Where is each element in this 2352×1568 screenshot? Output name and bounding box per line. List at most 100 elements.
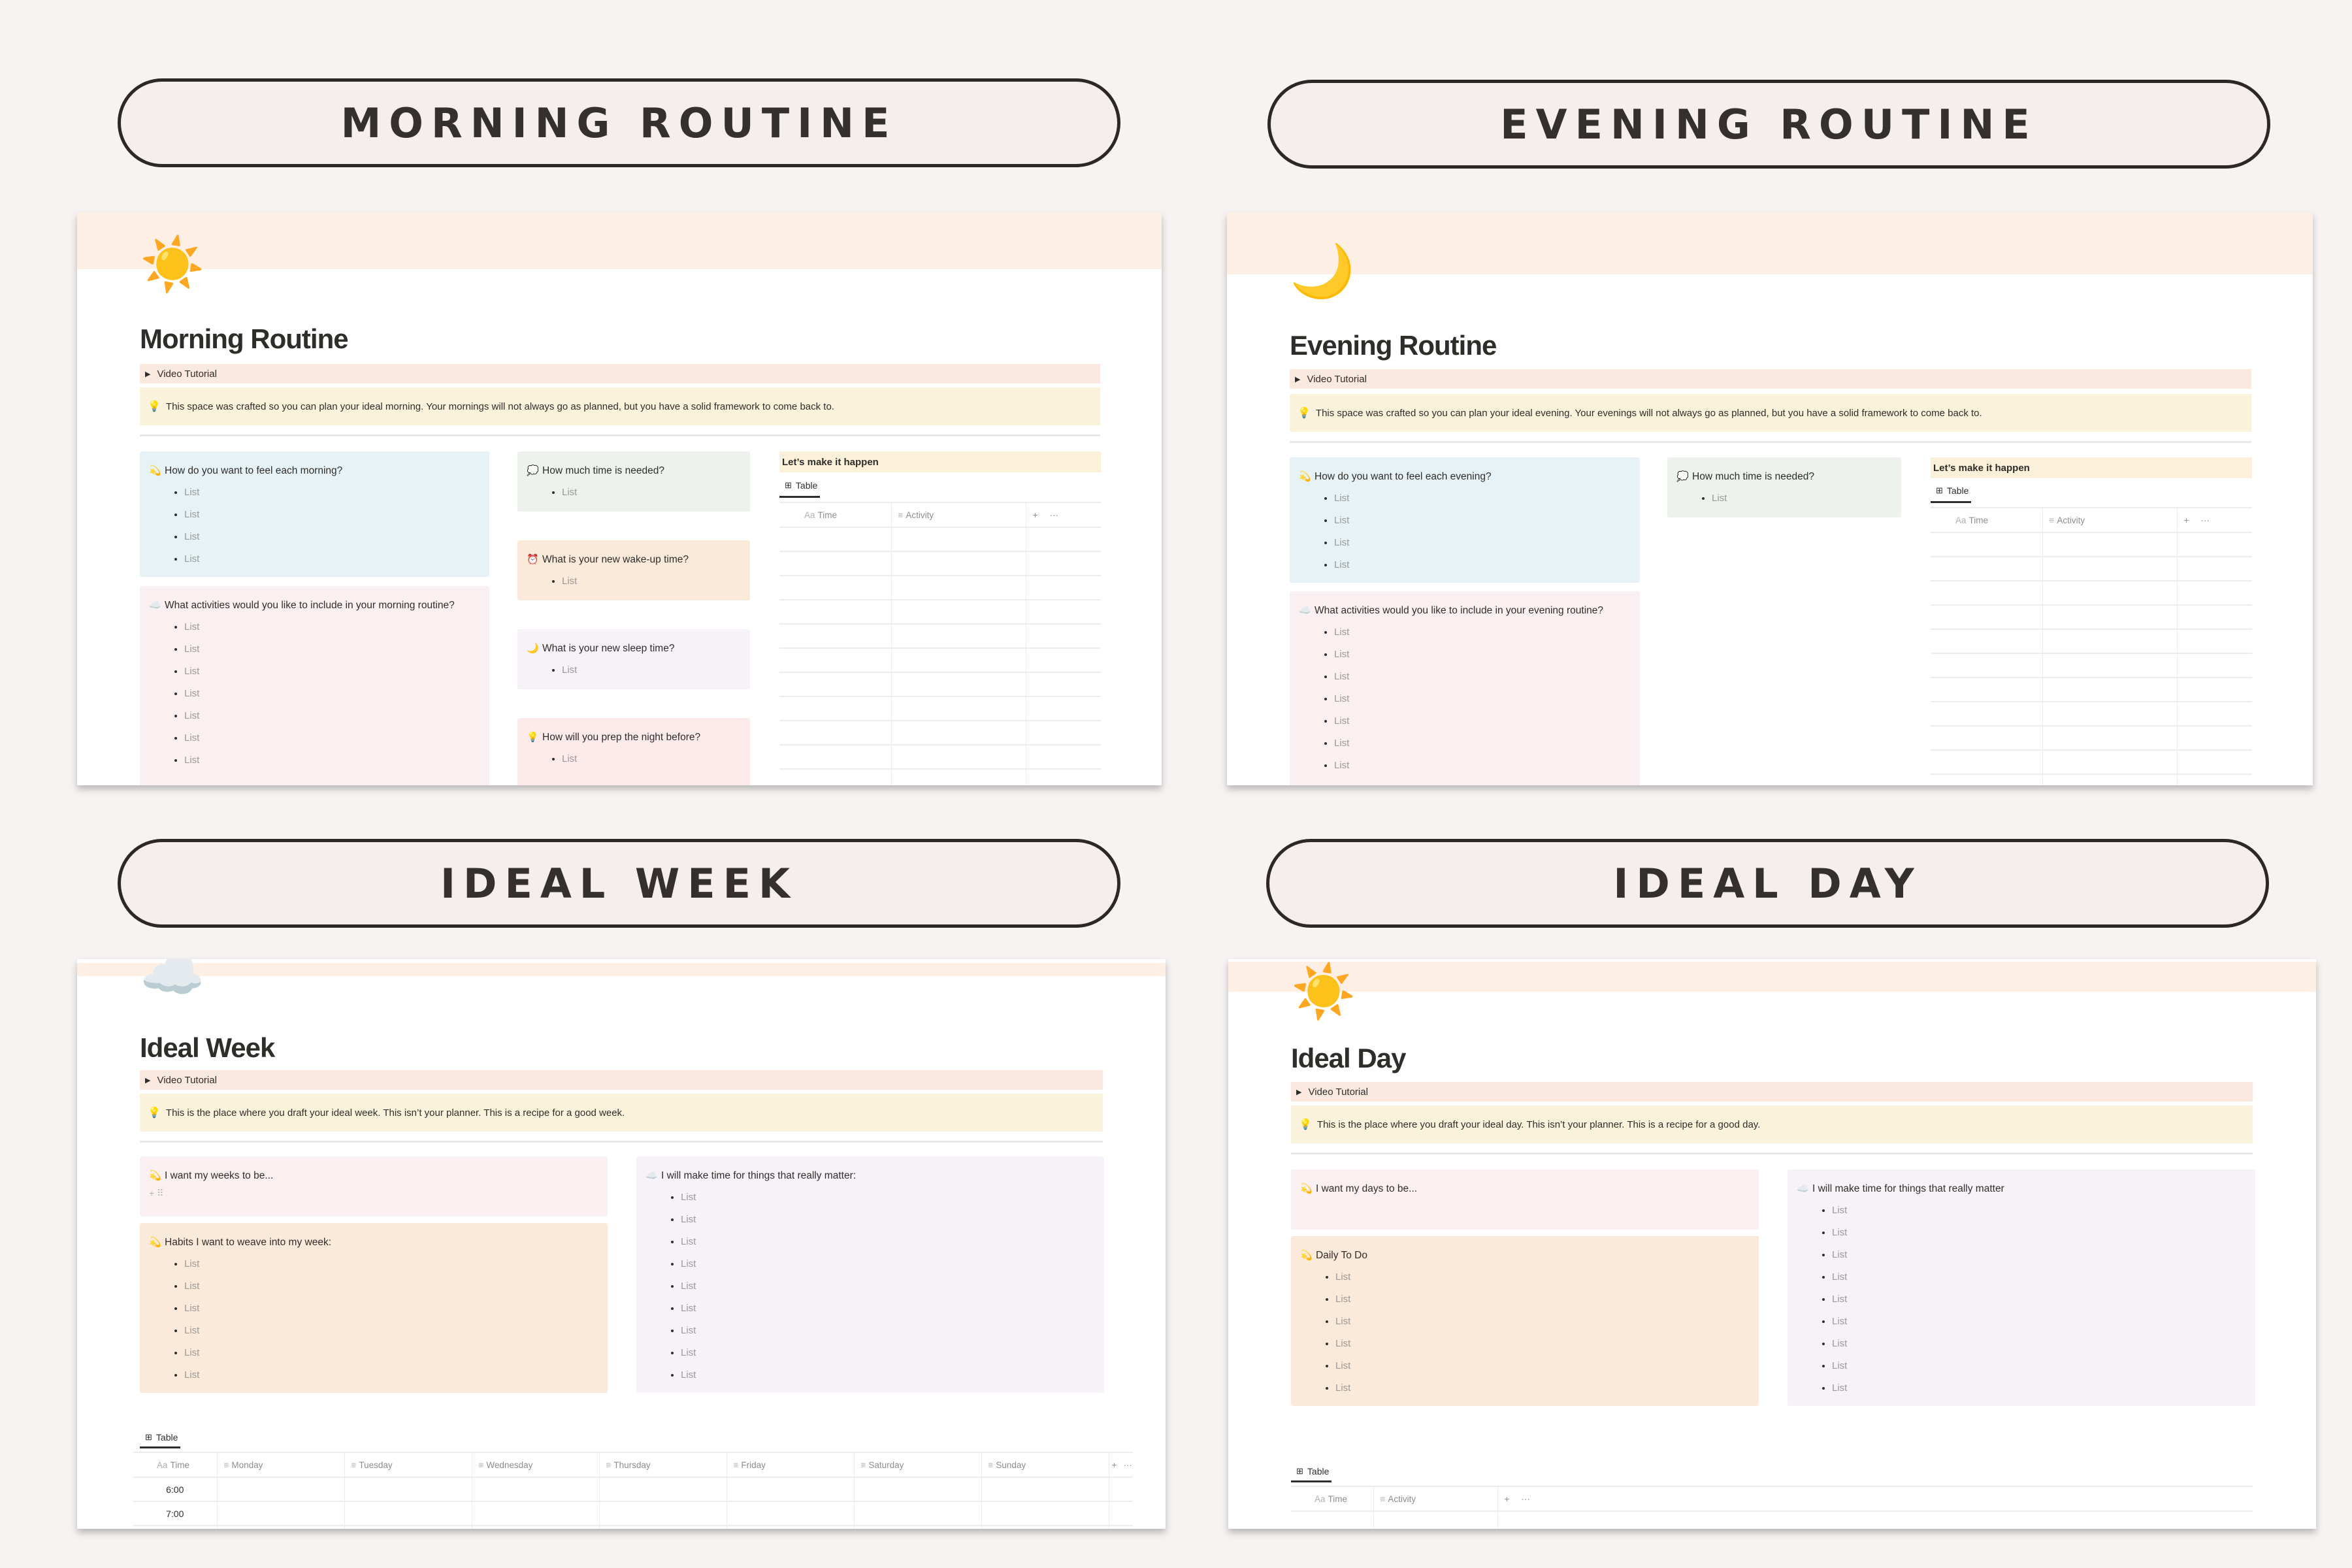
list-item[interactable]: List	[184, 548, 480, 570]
table-cell[interactable]	[2177, 750, 2252, 775]
table-cell[interactable]	[2042, 605, 2178, 630]
list-item[interactable]: List	[562, 659, 741, 681]
list-item[interactable]: List	[184, 482, 480, 504]
column-header-sunday[interactable]: ≡ Sunday	[981, 1452, 1109, 1478]
list-item[interactable]: List	[1832, 1266, 2246, 1288]
list-item[interactable]: List	[1832, 1288, 2246, 1311]
table-cell[interactable]	[1026, 527, 1101, 552]
column-header-activity[interactable]: ≡ Activity	[891, 502, 1026, 528]
more-options-button[interactable]: ···	[1123, 1460, 1132, 1470]
table-cell[interactable]	[891, 745, 1026, 770]
table-row[interactable]	[779, 551, 1101, 576]
list-item[interactable]: List	[1832, 1377, 2246, 1399]
video-tutorial-toggle[interactable]: ▶ Video Tutorial	[1291, 1082, 2253, 1102]
more-options-button[interactable]: ···	[2200, 515, 2210, 525]
table-cell[interactable]	[2042, 702, 2178, 727]
table-row[interactable]	[779, 721, 1101, 745]
more-options-button[interactable]: ···	[1521, 1494, 1530, 1504]
table-cell[interactable]	[2177, 653, 2252, 678]
table-cell[interactable]	[1109, 1477, 1133, 1502]
table-cell[interactable]	[891, 696, 1026, 721]
table-cell[interactable]	[779, 672, 892, 697]
column-header-saturday[interactable]: ≡ Saturday	[854, 1452, 982, 1478]
table-cell[interactable]	[779, 648, 892, 673]
video-tutorial-toggle[interactable]: ▶ Video Tutorial	[140, 1070, 1103, 1090]
table-cell[interactable]	[2177, 629, 2252, 654]
table-row[interactable]	[779, 527, 1101, 552]
feel-card[interactable]: 💫 How do you want to feel each evening? L…	[1290, 457, 1640, 583]
table-cell[interactable]	[1026, 576, 1101, 600]
table-cell[interactable]	[779, 769, 892, 785]
list-item[interactable]: List	[184, 661, 480, 683]
list-item[interactable]: List	[1334, 621, 1631, 644]
table-cell[interactable]	[1109, 1526, 1133, 1529]
list-item[interactable]: List	[681, 1275, 1095, 1298]
table-cell[interactable]	[1026, 745, 1101, 770]
list-item[interactable]: List	[184, 504, 480, 526]
add-column-button[interactable]: +	[1033, 510, 1038, 520]
table-cell[interactable]	[472, 1477, 600, 1502]
table-row[interactable]: 6:00	[133, 1477, 1133, 1502]
table-row[interactable]	[1931, 557, 2252, 581]
list-item[interactable]: List	[184, 749, 480, 772]
list-item[interactable]: List	[1335, 1266, 1750, 1288]
tab-table[interactable]: ⊞ Table	[779, 480, 821, 498]
list-item[interactable]: List	[681, 1364, 1095, 1386]
list-item[interactable]: List	[562, 748, 741, 770]
list-item[interactable]: List	[1335, 1311, 1750, 1333]
table-cell[interactable]	[2042, 557, 2178, 581]
table-cell[interactable]	[891, 672, 1026, 697]
feel-card[interactable]: 💫 How do you want to feel each morning? L…	[140, 451, 489, 577]
table-row[interactable]	[1291, 1511, 2253, 1529]
table-cell[interactable]	[891, 551, 1026, 576]
table-cell[interactable]	[727, 1477, 855, 1502]
habits-card[interactable]: 💫 Habits I want to weave into my week: Li…	[140, 1223, 608, 1393]
table-cell[interactable]	[599, 1526, 727, 1529]
table-cell[interactable]	[2177, 581, 2252, 606]
column-header-time[interactable]: Aa Time	[779, 502, 892, 528]
column-header-tuesday[interactable]: ≡ Tuesday	[344, 1452, 472, 1478]
toggle-triangle-icon[interactable]: ▶	[145, 370, 150, 378]
table-row[interactable]	[1931, 774, 2252, 785]
table-row[interactable]	[779, 648, 1101, 673]
list-item[interactable]: List	[1334, 487, 1631, 510]
table-row[interactable]	[779, 672, 1101, 697]
activities-card[interactable]: ☁️ What activities would you like to incl…	[140, 586, 489, 785]
cloud-icon[interactable]: ☁️	[140, 959, 205, 1001]
time-needed-card[interactable]: 💭How much time is needed? List	[517, 451, 750, 512]
list-item[interactable]: List	[681, 1320, 1095, 1342]
table-cell[interactable]	[1931, 557, 2043, 581]
table-row[interactable]	[1931, 702, 2252, 727]
table-row[interactable]	[779, 576, 1101, 600]
tab-table[interactable]: ⊞ Table	[1931, 485, 1972, 503]
column-header-wednesday[interactable]: ≡ Wednesday	[472, 1452, 600, 1478]
time-cell[interactable]	[133, 1526, 218, 1529]
table-cell[interactable]	[1931, 774, 2043, 785]
table-cell[interactable]	[727, 1526, 855, 1529]
table-cell[interactable]	[1931, 702, 2043, 727]
table-cell[interactable]	[1026, 672, 1101, 697]
daily-todo-card[interactable]: 💫Daily To Do List List List List List Li…	[1291, 1236, 1759, 1406]
table-cell[interactable]	[599, 1501, 727, 1526]
list-item[interactable]: List	[1832, 1355, 2246, 1377]
list-item[interactable]: List	[184, 1364, 598, 1386]
table-cell[interactable]	[2042, 726, 2178, 751]
table-cell[interactable]	[1931, 532, 2043, 557]
moon-icon[interactable]: 🌙	[1290, 245, 1355, 297]
table-cell[interactable]	[1026, 696, 1101, 721]
table-cell[interactable]	[217, 1477, 345, 1502]
time-cell[interactable]: 6:00	[133, 1477, 218, 1502]
table-cell[interactable]	[2042, 629, 2178, 654]
list-item[interactable]: List	[1334, 755, 1631, 777]
table-row[interactable]	[1931, 726, 2252, 751]
table-cell[interactable]	[2177, 532, 2252, 557]
list-item[interactable]: List	[1832, 1200, 2246, 1222]
list-item[interactable]: List	[184, 638, 480, 661]
tab-table[interactable]: ⊞ Table	[1291, 1466, 1332, 1482]
list-item[interactable]: List	[1334, 732, 1631, 755]
toggle-triangle-icon[interactable]: ▶	[1296, 1088, 1301, 1096]
tab-table[interactable]: ⊞ Table	[140, 1432, 181, 1448]
table-cell[interactable]	[981, 1501, 1109, 1526]
column-header-friday[interactable]: ≡ Friday	[727, 1452, 855, 1478]
table-cell[interactable]	[1026, 624, 1101, 649]
